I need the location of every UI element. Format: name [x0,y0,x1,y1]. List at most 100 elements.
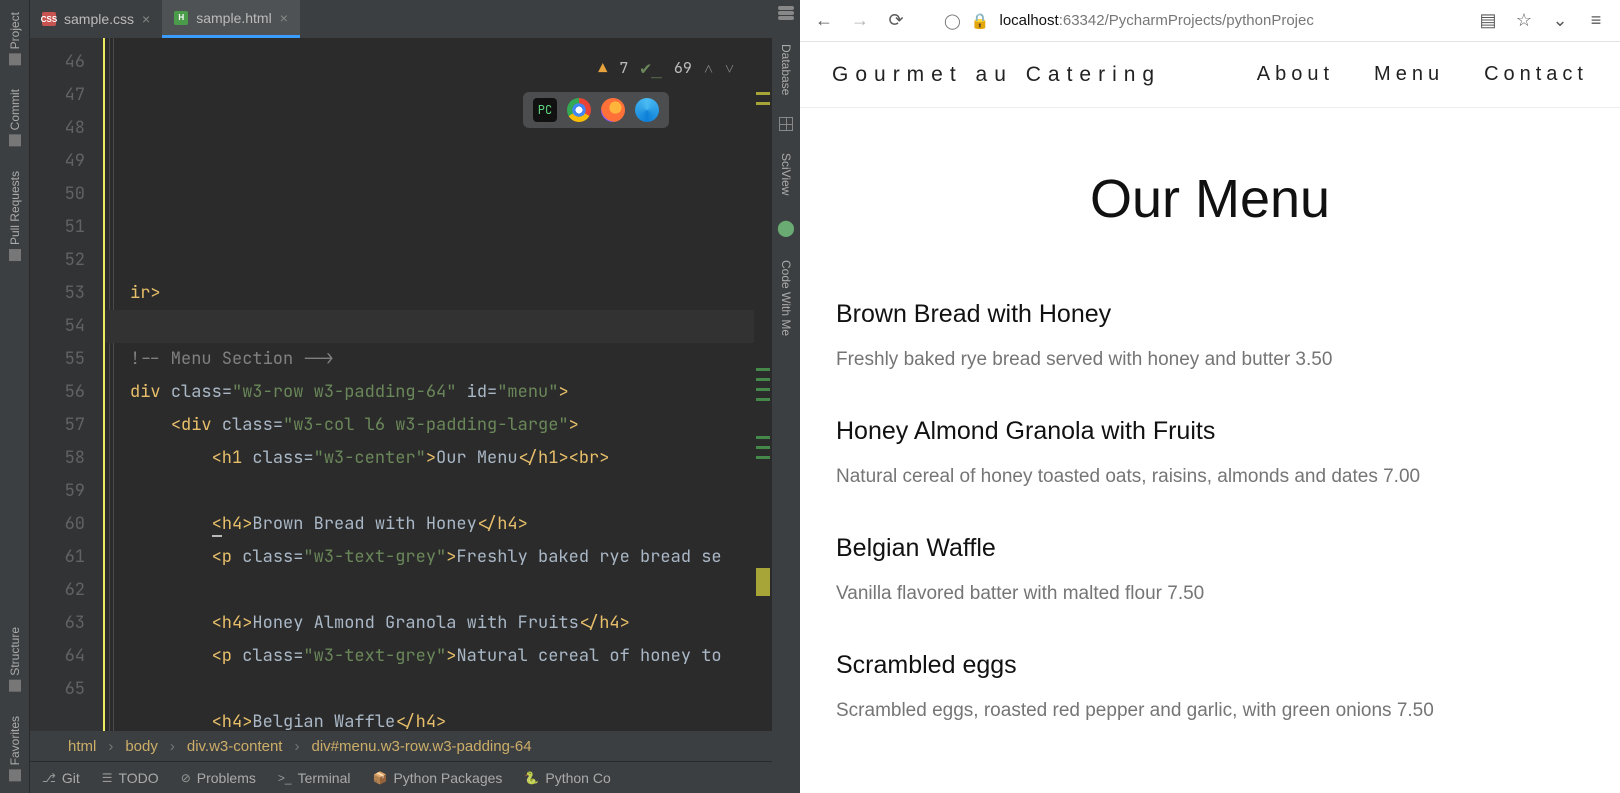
url-path: /PycharmProjects/pythonProjec [1105,12,1314,29]
right-tool-icon: ⬤ [777,218,795,238]
code-line[interactable]: !-- Menu Section --> [130,343,754,376]
current-line-highlight [105,310,754,343]
warning-icon: ▲ [598,52,607,85]
close-icon[interactable]: × [280,10,288,26]
code-line[interactable]: <div class="w3-col l6 w3-padding-large"> [130,409,754,442]
nav-menu[interactable]: Menu [1374,63,1444,86]
breadcrumb-separator-icon: › [294,738,299,755]
menu-item-desc: Vanilla flavored batter with malted flou… [836,583,1584,605]
menu-item-title: Scrambled eggs [836,651,1584,680]
menu-item-desc: Freshly baked rye bread served with hone… [836,349,1584,371]
left-tool-pull-requests[interactable]: Pull Requests [4,159,26,273]
url-domain: localhost [999,12,1058,29]
tool-icon: ⎇ [42,771,56,785]
prev-highlight-icon[interactable]: ˄ [704,52,713,85]
right-tool-code-with-me[interactable]: Code With Me [777,252,795,344]
open-in-browser-popup: PC [523,92,669,128]
warning-count: 7 [619,52,628,85]
back-icon[interactable]: ← [814,11,834,31]
tool-terminal[interactable]: >_Terminal [278,770,351,786]
close-icon[interactable]: × [142,11,150,27]
right-tool-icon [779,117,793,131]
menu-item-title: Brown Bread with Honey [836,300,1584,329]
html-file-icon: H [174,11,188,25]
menu-icon[interactable]: ≡ [1586,11,1606,31]
breadcrumb-item[interactable]: body [125,738,158,755]
code-line[interactable]: <h4>Honey Almond Granola with Fruits</h4… [130,607,754,640]
check-icon: ✔̲ [640,52,662,85]
code-line[interactable]: <p class="w3-text-grey">Freshly baked ry… [130,541,754,574]
lock-icon: 🔒 [971,12,990,30]
bookmark-icon[interactable]: ☆ [1514,11,1534,31]
reader-icon[interactable]: ▤ [1478,11,1498,31]
browser-pc-icon[interactable]: PC [533,98,557,122]
tab-sample-html[interactable]: Hsample.html× [162,0,300,38]
site-brand[interactable]: Gourmet au Catering [832,63,1161,87]
left-bottom-group: StructureFavorites [0,397,29,793]
code-line[interactable] [130,475,754,508]
reload-icon[interactable]: ⟳ [886,11,906,31]
left-tool-structure[interactable]: Structure [4,615,26,704]
nav-about[interactable]: About [1257,63,1334,86]
url-bar[interactable]: ◯ 🔒 localhost:63342/PycharmProjects/pyth… [922,12,1462,30]
breadcrumb-separator-icon: › [170,738,175,755]
right-tool-database[interactable]: Database [777,36,795,103]
right-tool-sciview[interactable]: SciView [777,145,795,203]
left-tool-commit[interactable]: Commit [4,77,26,158]
check-count: 69 [674,52,692,85]
code-line[interactable]: ir> [130,277,754,310]
tool-todo[interactable]: ☰TODO [102,770,159,786]
right-tool-strip: Database SciView ⬤ Code With Me [772,0,800,793]
browser-preview: ← → ⟳ ◯ 🔒 localhost:63342/PycharmProject… [800,0,1620,793]
menu-item-title: Belgian Waffle [836,534,1584,563]
menu-heading: Our Menu [836,168,1584,230]
code-line[interactable] [130,673,754,706]
code-line[interactable]: <h4>Belgian Waffle</h4> [130,706,754,731]
tab-sample-css[interactable]: CSSsample.css× [30,0,162,38]
site-header: Gourmet au Catering About Menu Contact [800,42,1620,108]
browser-toolbar: ← → ⟳ ◯ 🔒 localhost:63342/PycharmProject… [800,0,1620,42]
error-stripe[interactable] [754,38,772,731]
tool-problems[interactable]: ⊘Problems [181,770,256,786]
tool-icon: >_ [278,771,292,785]
browser-sf-icon[interactable] [635,98,659,122]
right-tool-icon [778,6,794,22]
menu-item: Honey Almond Granola with FruitsNatural … [836,417,1584,488]
code-line[interactable] [130,244,754,277]
next-highlight-icon[interactable]: ˅ [725,52,734,85]
code-area[interactable]: ▲ 7 ✔̲ 69 ˄ ˅ PC ir> !-- Menu Section --… [105,38,754,731]
nav-contact[interactable]: Contact [1484,63,1588,86]
bottom-toolbar: ⎇Git ☰TODO ⊘Problems >_Terminal 📦Python Pack… [30,761,772,793]
inspections-widget[interactable]: ▲ 7 ✔̲ 69 ˄ ˅ [598,52,734,85]
browser-ff-icon[interactable] [601,98,625,122]
code-line[interactable]: <h1 class="w3-center">Our Menu</h1><br> [130,442,754,475]
code-line[interactable] [130,574,754,607]
breadcrumb-item[interactable]: div#menu.w3-row.w3-padding-64 [311,738,531,755]
site-nav: About Menu Contact [1257,63,1588,86]
breadcrumb-item[interactable]: div.w3-content [187,738,283,755]
tool-python-packages[interactable]: 📦Python Packages [372,770,502,786]
tool-python-co[interactable]: 🐍Python Co [524,770,610,786]
left-tool-favorites[interactable]: Favorites [4,704,26,793]
left-tool-project[interactable]: Project [4,0,26,77]
tool-git[interactable]: ⎇Git [42,770,80,786]
tool-icon: 📦 [372,771,387,785]
code-line[interactable]: <p class="w3-text-grey">Natural cereal o… [130,640,754,673]
tool-icon: ⊘ [181,771,191,785]
breadcrumb-item[interactable]: html [68,738,96,755]
breadcrumbs[interactable]: html›body›div.w3-content›div#menu.w3-row… [30,731,772,761]
url-port: :63342 [1059,12,1105,29]
left-top-group: ProjectCommitPull Requests [0,0,29,397]
tool-icon: 🐍 [524,771,539,785]
tool-icon: ☰ [102,771,113,785]
browser-ch-icon[interactable] [567,98,591,122]
pocket-icon[interactable]: ⌄ [1550,11,1570,31]
code-line[interactable]: div class="w3-row w3-padding-64" id="men… [130,376,754,409]
menu-item-desc: Scrambled eggs, roasted red pepper and g… [836,700,1584,722]
left-tool-strip: ProjectCommitPull Requests StructureFavo… [0,0,30,793]
editor[interactable]: 4647484950515253545556575859606162636465… [30,38,772,731]
code-line[interactable]: <h4>Brown Bread with Honey</h4> [130,508,754,541]
editor-tabs: CSSsample.css×Hsample.html× [30,0,772,38]
forward-icon[interactable]: → [850,11,870,31]
menu-item: Scrambled eggs Scrambled eggs, roasted re… [836,651,1584,722]
